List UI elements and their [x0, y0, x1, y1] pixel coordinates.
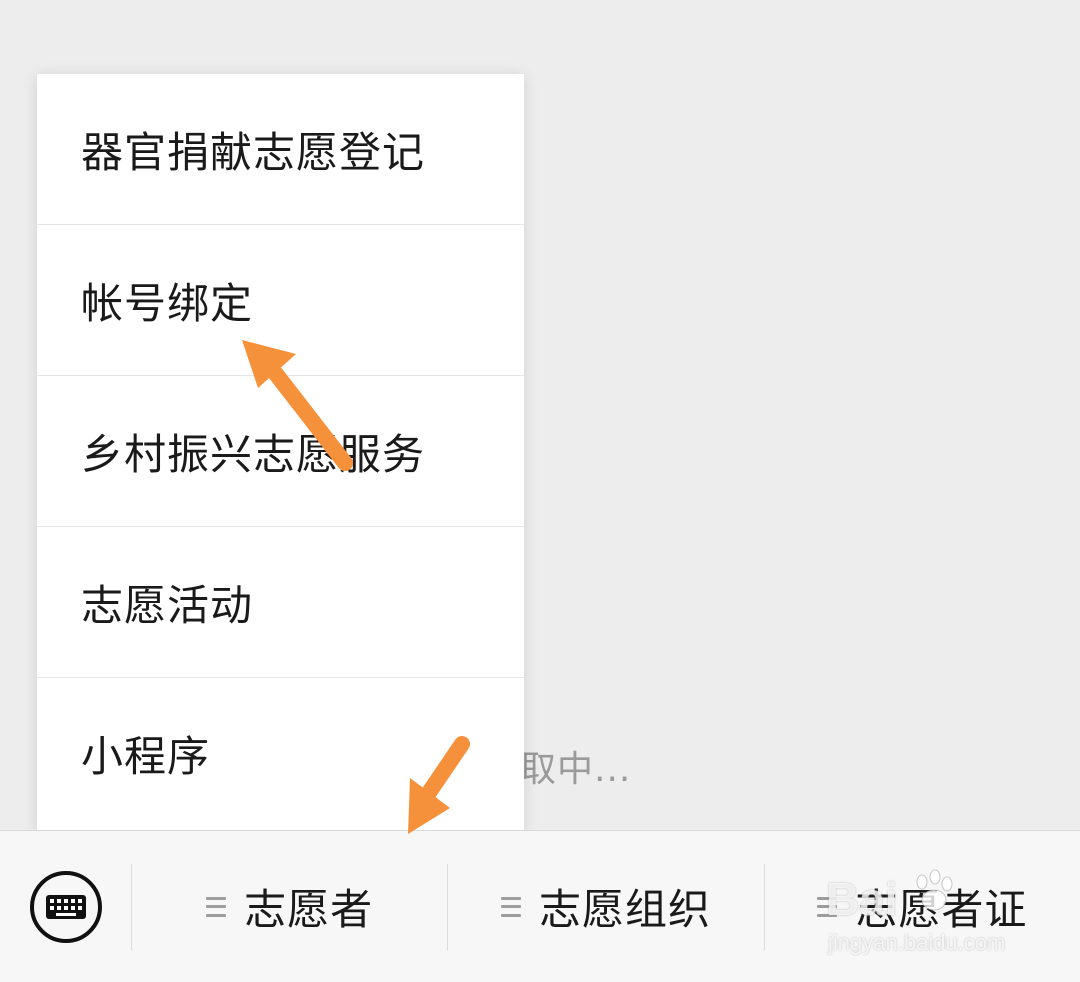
menu-item-label: 乡村振兴志愿服务	[81, 429, 426, 479]
menu-item-volunteer-activity[interactable]: 志愿活动	[37, 527, 524, 678]
menu-item-organ-donation[interactable]: 器官捐献志愿登记	[37, 74, 524, 225]
menu-lines-icon	[500, 896, 521, 917]
paw-icon	[916, 869, 953, 911]
tab-label: 志愿者	[244, 885, 374, 934]
menu-item-label: 小程序	[81, 732, 211, 781]
keyboard-toggle-button[interactable]	[0, 831, 131, 982]
popup-menu: 器官捐献志愿登记 帐号绑定 乡村振兴志愿服务 志愿活动 小程序	[37, 74, 524, 830]
tab-label: 志愿组织	[538, 885, 711, 934]
menu-item-label: 志愿活动	[81, 580, 254, 630]
tab-volunteer[interactable]: 志愿者	[132, 831, 447, 982]
menu-item-label: 器官捐献志愿登记	[81, 127, 426, 177]
menu-item-account-binding[interactable]: 帐号绑定	[37, 225, 524, 376]
tab-volunteer-organization[interactable]: 志愿组织	[448, 831, 763, 982]
keyboard-icon	[29, 870, 102, 943]
menu-item-label: 帐号绑定	[81, 278, 254, 328]
menu-lines-icon	[206, 896, 227, 917]
loading-text: 取中...	[520, 749, 632, 790]
watermark-url: jingyan.baidu.com	[828, 930, 1006, 955]
menu-item-rural-revitalization[interactable]: 乡村振兴志愿服务	[37, 376, 524, 527]
menu-item-mini-program[interactable]: 小程序	[37, 678, 524, 829]
watermark: Bai jingyan.baidu.com	[826, 868, 1026, 958]
watermark-brand: Bai	[826, 873, 898, 925]
